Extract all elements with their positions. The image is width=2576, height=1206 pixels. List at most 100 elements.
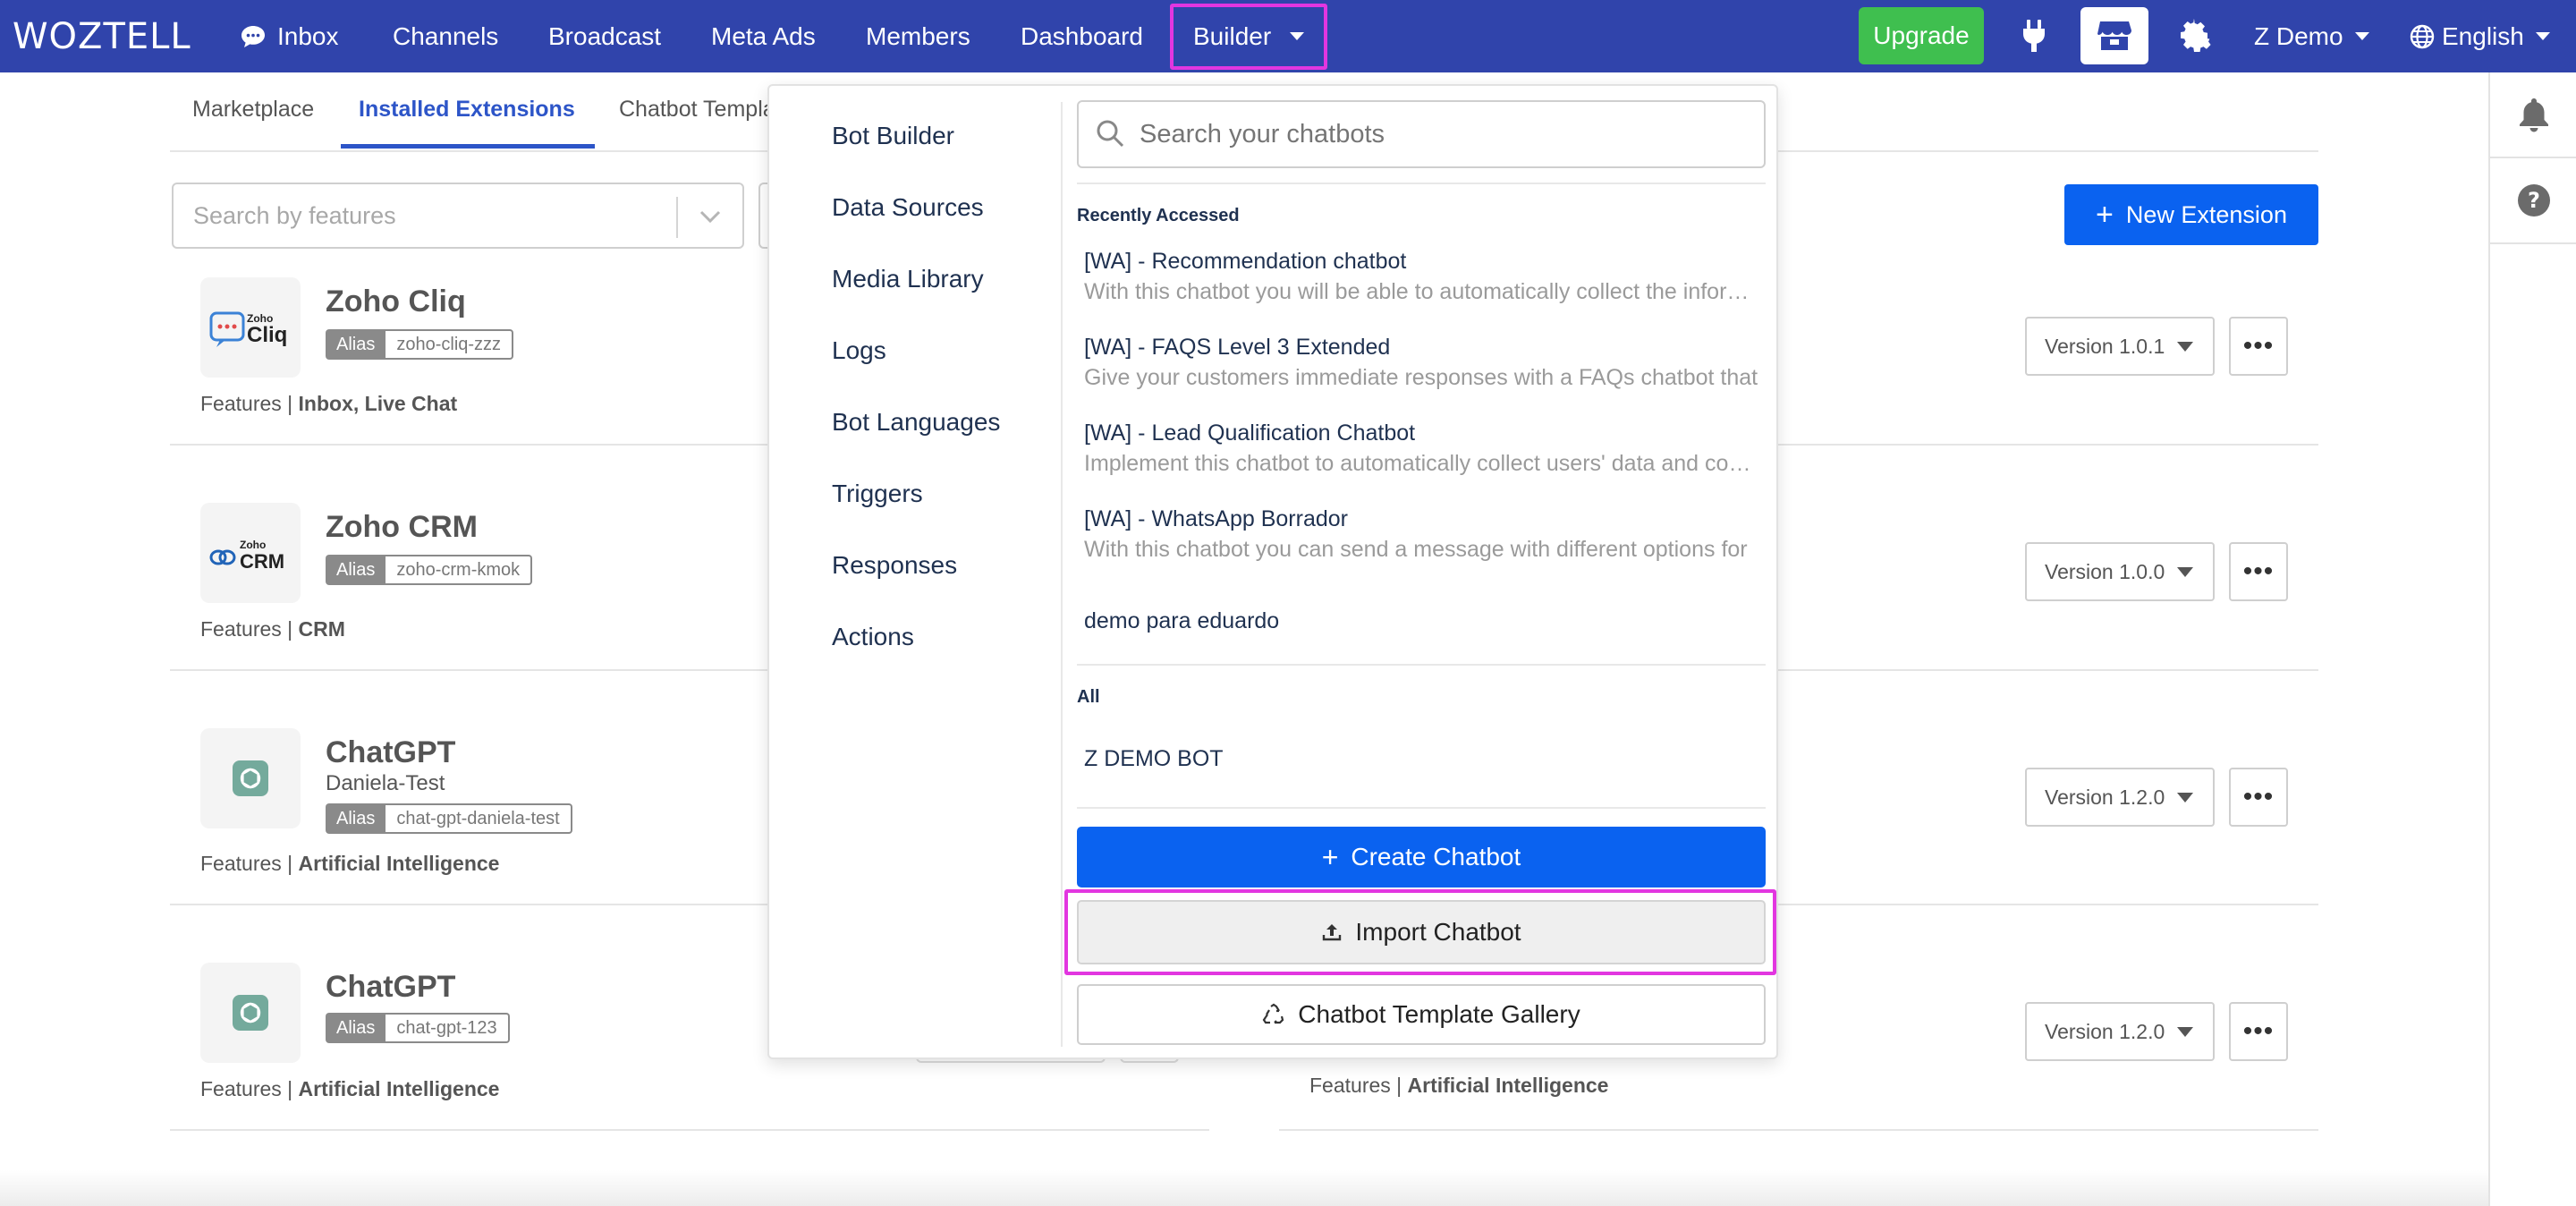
- logo-line1: Zoho: [240, 539, 266, 551]
- bottom-shade: [0, 1170, 2488, 1206]
- features-value: Inbox, Live Chat: [298, 392, 458, 415]
- menu-logs[interactable]: Logs: [832, 336, 886, 365]
- features-label: Features |: [1309, 1074, 1402, 1097]
- version-select[interactable]: Version 1.2.0: [2025, 768, 2215, 827]
- svg-text:?: ?: [2528, 188, 2540, 213]
- version-select[interactable]: Version 1.0.0: [2025, 542, 2215, 601]
- extension-features: Features | Artificial Intelligence: [200, 852, 499, 876]
- nav-broadcast[interactable]: Broadcast: [548, 0, 661, 72]
- upgrade-button[interactable]: Upgrade: [1859, 7, 1984, 64]
- extension-name: ChatGPT: [326, 970, 456, 1004]
- nav-channels[interactable]: Channels: [393, 0, 498, 72]
- zoho-cliq-logo: Zoho Cliq: [200, 277, 301, 378]
- plus-icon: +: [1321, 841, 1339, 873]
- dropdown-divider: [1077, 183, 1766, 184]
- feature-search-placeholder: Search by features: [193, 201, 396, 229]
- alias-key: Alias: [326, 555, 386, 585]
- version-value: Version 1.2.0: [2045, 1019, 2165, 1043]
- features-value: Artificial Intelligence: [298, 1077, 500, 1100]
- builder-dropdown-menu: Bot Builder Data Sources Media Library L…: [767, 84, 1778, 1059]
- caret-down-icon: [2177, 342, 2193, 352]
- alias-key: Alias: [326, 1013, 386, 1043]
- globe-icon: [2410, 24, 2435, 48]
- caret-down-icon: [2177, 793, 2193, 803]
- plus-icon: +: [2096, 198, 2114, 232]
- create-chatbot-label: Create Chatbot: [1351, 843, 1521, 871]
- more-options-button[interactable]: •••: [2229, 1002, 2288, 1061]
- logo-line2: CRM: [240, 550, 284, 573]
- nav-inbox[interactable]: Inbox: [240, 0, 339, 72]
- select-separator: [676, 197, 678, 238]
- bell-icon[interactable]: [2518, 97, 2550, 132]
- active-tab-indicator: [341, 144, 595, 149]
- more-options-button[interactable]: •••: [2229, 542, 2288, 601]
- chevron-down-icon[interactable]: [696, 200, 724, 233]
- feature-search-select[interactable]: Search by features: [172, 183, 744, 249]
- account-menu[interactable]: Z Demo: [2254, 0, 2370, 72]
- dropdown-divider: [1077, 807, 1766, 809]
- logo-line2: Cliq: [247, 323, 287, 347]
- tab-chatbot-templates[interactable]: Chatbot Templa: [619, 97, 775, 123]
- menu-bot-languages[interactable]: Bot Languages: [832, 408, 1000, 437]
- store-icon: [2097, 21, 2131, 50]
- chatbot-title: [WA] - FAQS Level 3 Extended: [1084, 335, 1391, 360]
- chatbot-title: [WA] - Recommendation chatbot: [1084, 249, 1407, 274]
- nav-inbox-label: Inbox: [277, 21, 339, 50]
- chatbot-search-input[interactable]: [1077, 100, 1766, 168]
- template-gallery-button[interactable]: Chatbot Template Gallery: [1077, 984, 1766, 1045]
- extension-name: Zoho Cliq: [326, 285, 466, 318]
- marketplace-store-button[interactable]: [2080, 7, 2148, 64]
- menu-bot-builder[interactable]: Bot Builder: [832, 122, 954, 150]
- menu-data-sources[interactable]: Data Sources: [832, 193, 984, 222]
- woztell-logo[interactable]: WOZTELL: [13, 16, 191, 57]
- menu-actions[interactable]: Actions: [832, 623, 914, 651]
- alias-tag: Alias zoho-crm-kmok: [326, 555, 533, 585]
- create-chatbot-button[interactable]: + Create Chatbot: [1077, 827, 1766, 888]
- dropdown-column-divider: [1061, 102, 1063, 1047]
- extension-name: ChatGPT: [326, 735, 456, 769]
- chatbot-description: Give your customers immediate responses …: [1084, 365, 1758, 390]
- menu-media-library[interactable]: Media Library: [832, 265, 984, 293]
- more-options-button[interactable]: •••: [2229, 768, 2288, 827]
- alias-key: Alias: [326, 803, 386, 834]
- recycle-icon: [1262, 1003, 1285, 1026]
- language-menu[interactable]: English: [2410, 0, 2551, 72]
- nav-meta-ads[interactable]: Meta Ads: [711, 0, 816, 72]
- caret-down-icon: [2535, 31, 2550, 40]
- extension-features: Features | Artificial Intelligence: [200, 1077, 499, 1101]
- menu-responses[interactable]: Responses: [832, 551, 957, 580]
- row-divider: [170, 1129, 1209, 1131]
- version-select[interactable]: Version 1.0.1: [2025, 317, 2215, 376]
- import-highlight-box: [1064, 889, 1776, 975]
- help-circle-icon[interactable]: ?: [2517, 183, 2551, 217]
- tab-installed-extensions[interactable]: Installed Extensions: [359, 97, 575, 123]
- language-label: English: [2442, 21, 2524, 50]
- plug-icon[interactable]: [2014, 16, 2054, 55]
- extension-features: Features | Inbox, Live Chat: [200, 392, 457, 416]
- alias-tag: Alias chat-gpt-123: [326, 1013, 510, 1043]
- alias-value: chat-gpt-daniela-test: [386, 803, 572, 834]
- nav-dashboard[interactable]: Dashboard: [1021, 0, 1143, 72]
- version-select[interactable]: Version 1.2.0: [2025, 1002, 2215, 1061]
- nav-members[interactable]: Members: [866, 0, 970, 72]
- version-value: Version 1.2.0: [2045, 785, 2165, 809]
- caret-down-icon: [2177, 1027, 2193, 1037]
- top-navbar: WOZTELL Inbox Channels Broadcast Meta Ad…: [0, 0, 2576, 72]
- all-chatbots-heading: All: [1077, 687, 1100, 707]
- features-value: Artificial Intelligence: [1407, 1074, 1609, 1097]
- gear-icon[interactable]: [2175, 16, 2215, 55]
- menu-triggers[interactable]: Triggers: [832, 480, 923, 508]
- extension-features: Features | Artificial Intelligence: [1309, 1074, 1608, 1098]
- more-options-button[interactable]: •••: [2229, 317, 2288, 376]
- alias-tag: Alias zoho-cliq-zzz: [326, 329, 514, 360]
- chatbot-title: Z DEMO BOT: [1084, 746, 1224, 771]
- row-divider: [1279, 1129, 2318, 1131]
- features-label: Features |: [200, 392, 293, 415]
- openai-logo: [200, 963, 301, 1063]
- features-label: Features |: [200, 617, 293, 641]
- new-extension-button[interactable]: + New Extension: [2064, 184, 2318, 245]
- tab-marketplace[interactable]: Marketplace: [192, 97, 314, 123]
- alias-tag: Alias chat-gpt-daniela-test: [326, 803, 572, 834]
- alias-value: zoho-cliq-zzz: [386, 329, 514, 360]
- chatbot-title: demo para eduardo: [1084, 608, 1280, 633]
